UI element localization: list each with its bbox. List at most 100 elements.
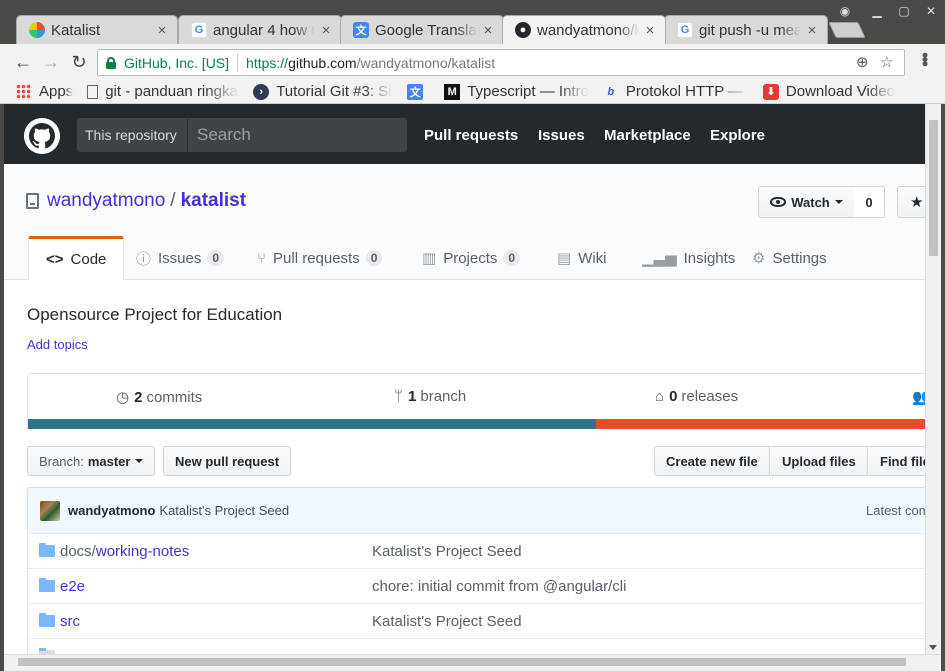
nav-explore[interactable]: Explore: [710, 127, 765, 144]
search-input[interactable]: [187, 118, 407, 152]
address-bar[interactable]: GitHub, Inc. [US] https:// github.com /w…: [97, 49, 905, 76]
zoom-icon[interactable]: ⊕: [856, 53, 869, 71]
pull-requests-counter: 0: [365, 250, 383, 266]
repo-title: wandyatmono / katalist: [26, 190, 246, 212]
tab-wiki[interactable]: ▤ Wiki: [557, 236, 607, 280]
pull-request-icon: ⑂: [257, 249, 267, 267]
repo-owner-link[interactable]: wandyatmono: [47, 190, 165, 212]
minimize-window-icon[interactable]: ▁: [866, 4, 888, 18]
browser-menu-icon[interactable]: •••: [914, 52, 935, 65]
tab-code[interactable]: <> Code: [28, 236, 125, 280]
new-pull-request-button[interactable]: New pull request: [163, 446, 292, 476]
commit-message[interactable]: Katalist's Project Seed: [159, 503, 289, 518]
bookmark-protokol-http[interactable]: b Protokol HTTP — Bel: [603, 83, 749, 100]
branch-icon: ᛘ: [394, 388, 404, 405]
github-header: This repository Pull requests Issues Mar…: [4, 104, 925, 164]
close-icon[interactable]: ×: [319, 22, 333, 39]
language-segment[interactable]: [596, 419, 925, 429]
file-name-link[interactable]: docs/working-notes: [60, 543, 189, 560]
bookmarks-bar: Apps git - panduan ringkas › Tutorial Gi…: [0, 80, 945, 104]
watch-count[interactable]: 0: [854, 186, 885, 218]
file-commit-message[interactable]: chore: initial commit from @angular/cli: [372, 578, 626, 595]
branch-count: 1: [408, 388, 417, 405]
tab-insights[interactable]: ▁▃▅ Insights: [642, 236, 735, 280]
close-icon[interactable]: ×: [805, 22, 819, 39]
url-host: github.com: [288, 54, 357, 71]
commit-author[interactable]: wandyatmono: [68, 503, 155, 518]
bookmark-tutorial-git[interactable]: › Tutorial Git #3: Simpan: [253, 83, 393, 100]
branches-link[interactable]: ᛘ 1 branch: [394, 388, 466, 405]
branch-select-button[interactable]: Branch: master: [27, 446, 156, 476]
commits-link[interactable]: ◷ 2 commits: [116, 388, 202, 407]
scrollbar-thumb[interactable]: [18, 658, 906, 666]
avatar[interactable]: [40, 500, 60, 521]
bookmark-git-panduan[interactable]: git - panduan ringkas: [87, 83, 239, 100]
file-commit-message[interactable]: Katalist's Project Seed: [372, 613, 522, 630]
tab-settings[interactable]: ⚙ Settings: [752, 236, 827, 280]
file-navigation: Branch: master New pull request Create n…: [27, 446, 925, 476]
chevron-down-icon: [834, 200, 843, 204]
releases-link[interactable]: ⌂ 0 releases: [655, 388, 738, 405]
forward-arrow-icon[interactable]: →: [40, 51, 62, 73]
horizontal-scrollbar[interactable]: [4, 654, 941, 671]
browser-tab-git-push[interactable]: G git push -u meaning ×: [664, 15, 828, 44]
nav-issues[interactable]: Issues: [538, 127, 585, 144]
tab-label: Settings: [772, 249, 827, 267]
contributors-icon[interactable]: 👥: [912, 388, 925, 406]
star-button[interactable]: ★: [897, 186, 925, 218]
lock-icon: [106, 56, 116, 69]
browser-tab-google-translate[interactable]: 文 Google Translate ×: [340, 15, 504, 44]
browser-tab-katalist[interactable]: Katalist ×: [16, 15, 178, 44]
branch-name: master: [87, 453, 131, 469]
file-name-link[interactable]: e2e: [60, 578, 85, 595]
scroll-down-arrow-icon[interactable]: [929, 645, 937, 650]
bookmark-download-video[interactable]: ⬇ Download Video: [762, 83, 895, 100]
close-icon[interactable]: ×: [155, 22, 169, 39]
find-file-button[interactable]: Find file: [869, 446, 925, 476]
file-name-link[interactable]: src: [60, 613, 80, 630]
create-new-file-button[interactable]: Create new file: [654, 446, 770, 476]
star-bookmark-icon[interactable]: ☆: [880, 53, 893, 71]
watch-button[interactable]: Watch: [758, 186, 855, 218]
projects-counter: 0: [503, 250, 521, 266]
maximize-window-icon[interactable]: ▢: [893, 4, 915, 18]
tab-label: Code: [70, 250, 107, 268]
folder-icon: [39, 543, 55, 557]
upload-files-button[interactable]: Upload files: [771, 446, 868, 476]
reload-icon[interactable]: ↻: [68, 51, 90, 73]
bookmark-google-translate[interactable]: 文: [407, 83, 430, 100]
tab-label: Wiki: [578, 249, 607, 267]
add-topics-link[interactable]: Add topics: [27, 337, 88, 352]
language-segment[interactable]: [28, 419, 597, 429]
close-window-icon[interactable]: ✕: [920, 4, 942, 18]
nav-marketplace[interactable]: Marketplace: [604, 127, 691, 144]
issue-icon: ⓘ: [136, 250, 152, 268]
tab-issues[interactable]: ⓘ Issues 0: [136, 236, 225, 280]
vertical-scrollbar[interactable]: [925, 104, 941, 654]
bookmark-label: Typescript — Intro: [467, 83, 589, 100]
file-path-prefix: docs/: [60, 542, 96, 560]
page-icon: [87, 84, 99, 99]
new-tab-button[interactable]: [828, 22, 866, 38]
scrollbar-thumb[interactable]: [929, 120, 938, 256]
language-bar[interactable]: [28, 419, 925, 429]
medium-icon: M: [444, 83, 461, 100]
github-logo-icon[interactable]: [24, 118, 60, 154]
tab-projects[interactable]: ▥ Projects 0: [422, 236, 521, 280]
nav-pull-requests[interactable]: Pull requests: [424, 127, 518, 144]
repo-name-link[interactable]: katalist: [181, 190, 246, 212]
repo-header: wandyatmono / katalist Watch 0 ★ <> Code…: [4, 164, 925, 280]
tab-pull-requests[interactable]: ⑂ Pull requests 0: [257, 236, 383, 280]
browser-tab-github[interactable]: ● wandyatmono/katalist ×: [502, 15, 666, 44]
bookmark-apps[interactable]: Apps: [16, 83, 73, 100]
close-icon[interactable]: ×: [643, 22, 657, 39]
back-arrow-icon[interactable]: ←: [12, 51, 34, 73]
commits-count: 2: [134, 388, 143, 406]
omnibox-divider: [237, 53, 239, 72]
profile-icon[interactable]: ◉: [834, 4, 856, 18]
bookmark-typescript[interactable]: M Typescript — Intro: [444, 83, 589, 100]
browser-tab-angular[interactable]: G angular 4 how to ×: [178, 15, 342, 44]
close-icon[interactable]: ×: [481, 22, 495, 39]
project-icon: ▥: [422, 250, 437, 267]
file-commit-message[interactable]: Katalist's Project Seed: [372, 543, 522, 560]
